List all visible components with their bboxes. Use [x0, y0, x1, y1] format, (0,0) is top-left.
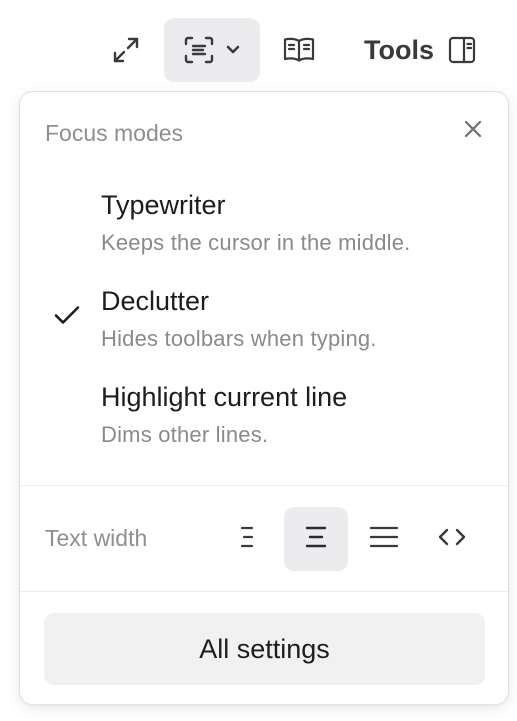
divider: [20, 591, 508, 592]
expand-button[interactable]: [104, 26, 148, 74]
divider: [20, 485, 508, 486]
all-settings-button[interactable]: All settings: [44, 613, 485, 685]
focus-mode-highlight-current-line[interactable]: Highlight current line Dims other lines.: [20, 376, 508, 466]
text-width-narrow-button[interactable]: [216, 507, 280, 571]
mode-name: Highlight current line: [101, 382, 348, 412]
text-width-wide-button[interactable]: [352, 507, 416, 571]
text-width-label: Text width: [45, 525, 148, 551]
mode-description: Dims other lines.: [101, 422, 269, 447]
close-icon: [462, 118, 484, 145]
text-width-wide-icon: [368, 525, 400, 554]
tools-button[interactable]: Tools: [352, 26, 488, 74]
chevron-down-icon: [225, 44, 241, 56]
mode-name: Declutter: [101, 286, 210, 316]
checkmark-icon: [52, 300, 82, 330]
focus-mode-icon: [183, 35, 215, 65]
text-width-row: Text width: [20, 487, 508, 591]
popover-header: Focus modes: [20, 92, 508, 174]
focus-modes-popover: Focus modes Typewriter Keeps the cursor …: [19, 91, 509, 705]
mode-description: Hides toolbars when typing.: [101, 326, 377, 351]
text-width-medium-icon: [304, 525, 328, 554]
text-width-narrow-icon: [238, 525, 258, 554]
editor-toolbar: Tools: [0, 0, 517, 90]
book-open-icon: [282, 36, 316, 64]
tools-label: Tools: [364, 34, 434, 65]
close-button[interactable]: [460, 118, 486, 144]
focus-mode-declutter[interactable]: Declutter Hides toolbars when typing.: [20, 280, 508, 370]
code-brackets-icon: [437, 525, 467, 554]
sidebar-right-icon: [448, 36, 476, 64]
focus-mode-button[interactable]: [164, 18, 260, 82]
focus-mode-typewriter[interactable]: Typewriter Keeps the cursor in the middl…: [20, 184, 508, 274]
text-width-full-button[interactable]: [420, 507, 484, 571]
reader-mode-button[interactable]: [276, 26, 322, 74]
popover-title: Focus modes: [45, 120, 184, 146]
mode-name: Typewriter: [101, 190, 226, 220]
text-width-medium-button[interactable]: [284, 507, 348, 571]
mode-description: Keeps the cursor in the middle.: [101, 230, 411, 255]
expand-arrows-icon: [111, 35, 141, 65]
